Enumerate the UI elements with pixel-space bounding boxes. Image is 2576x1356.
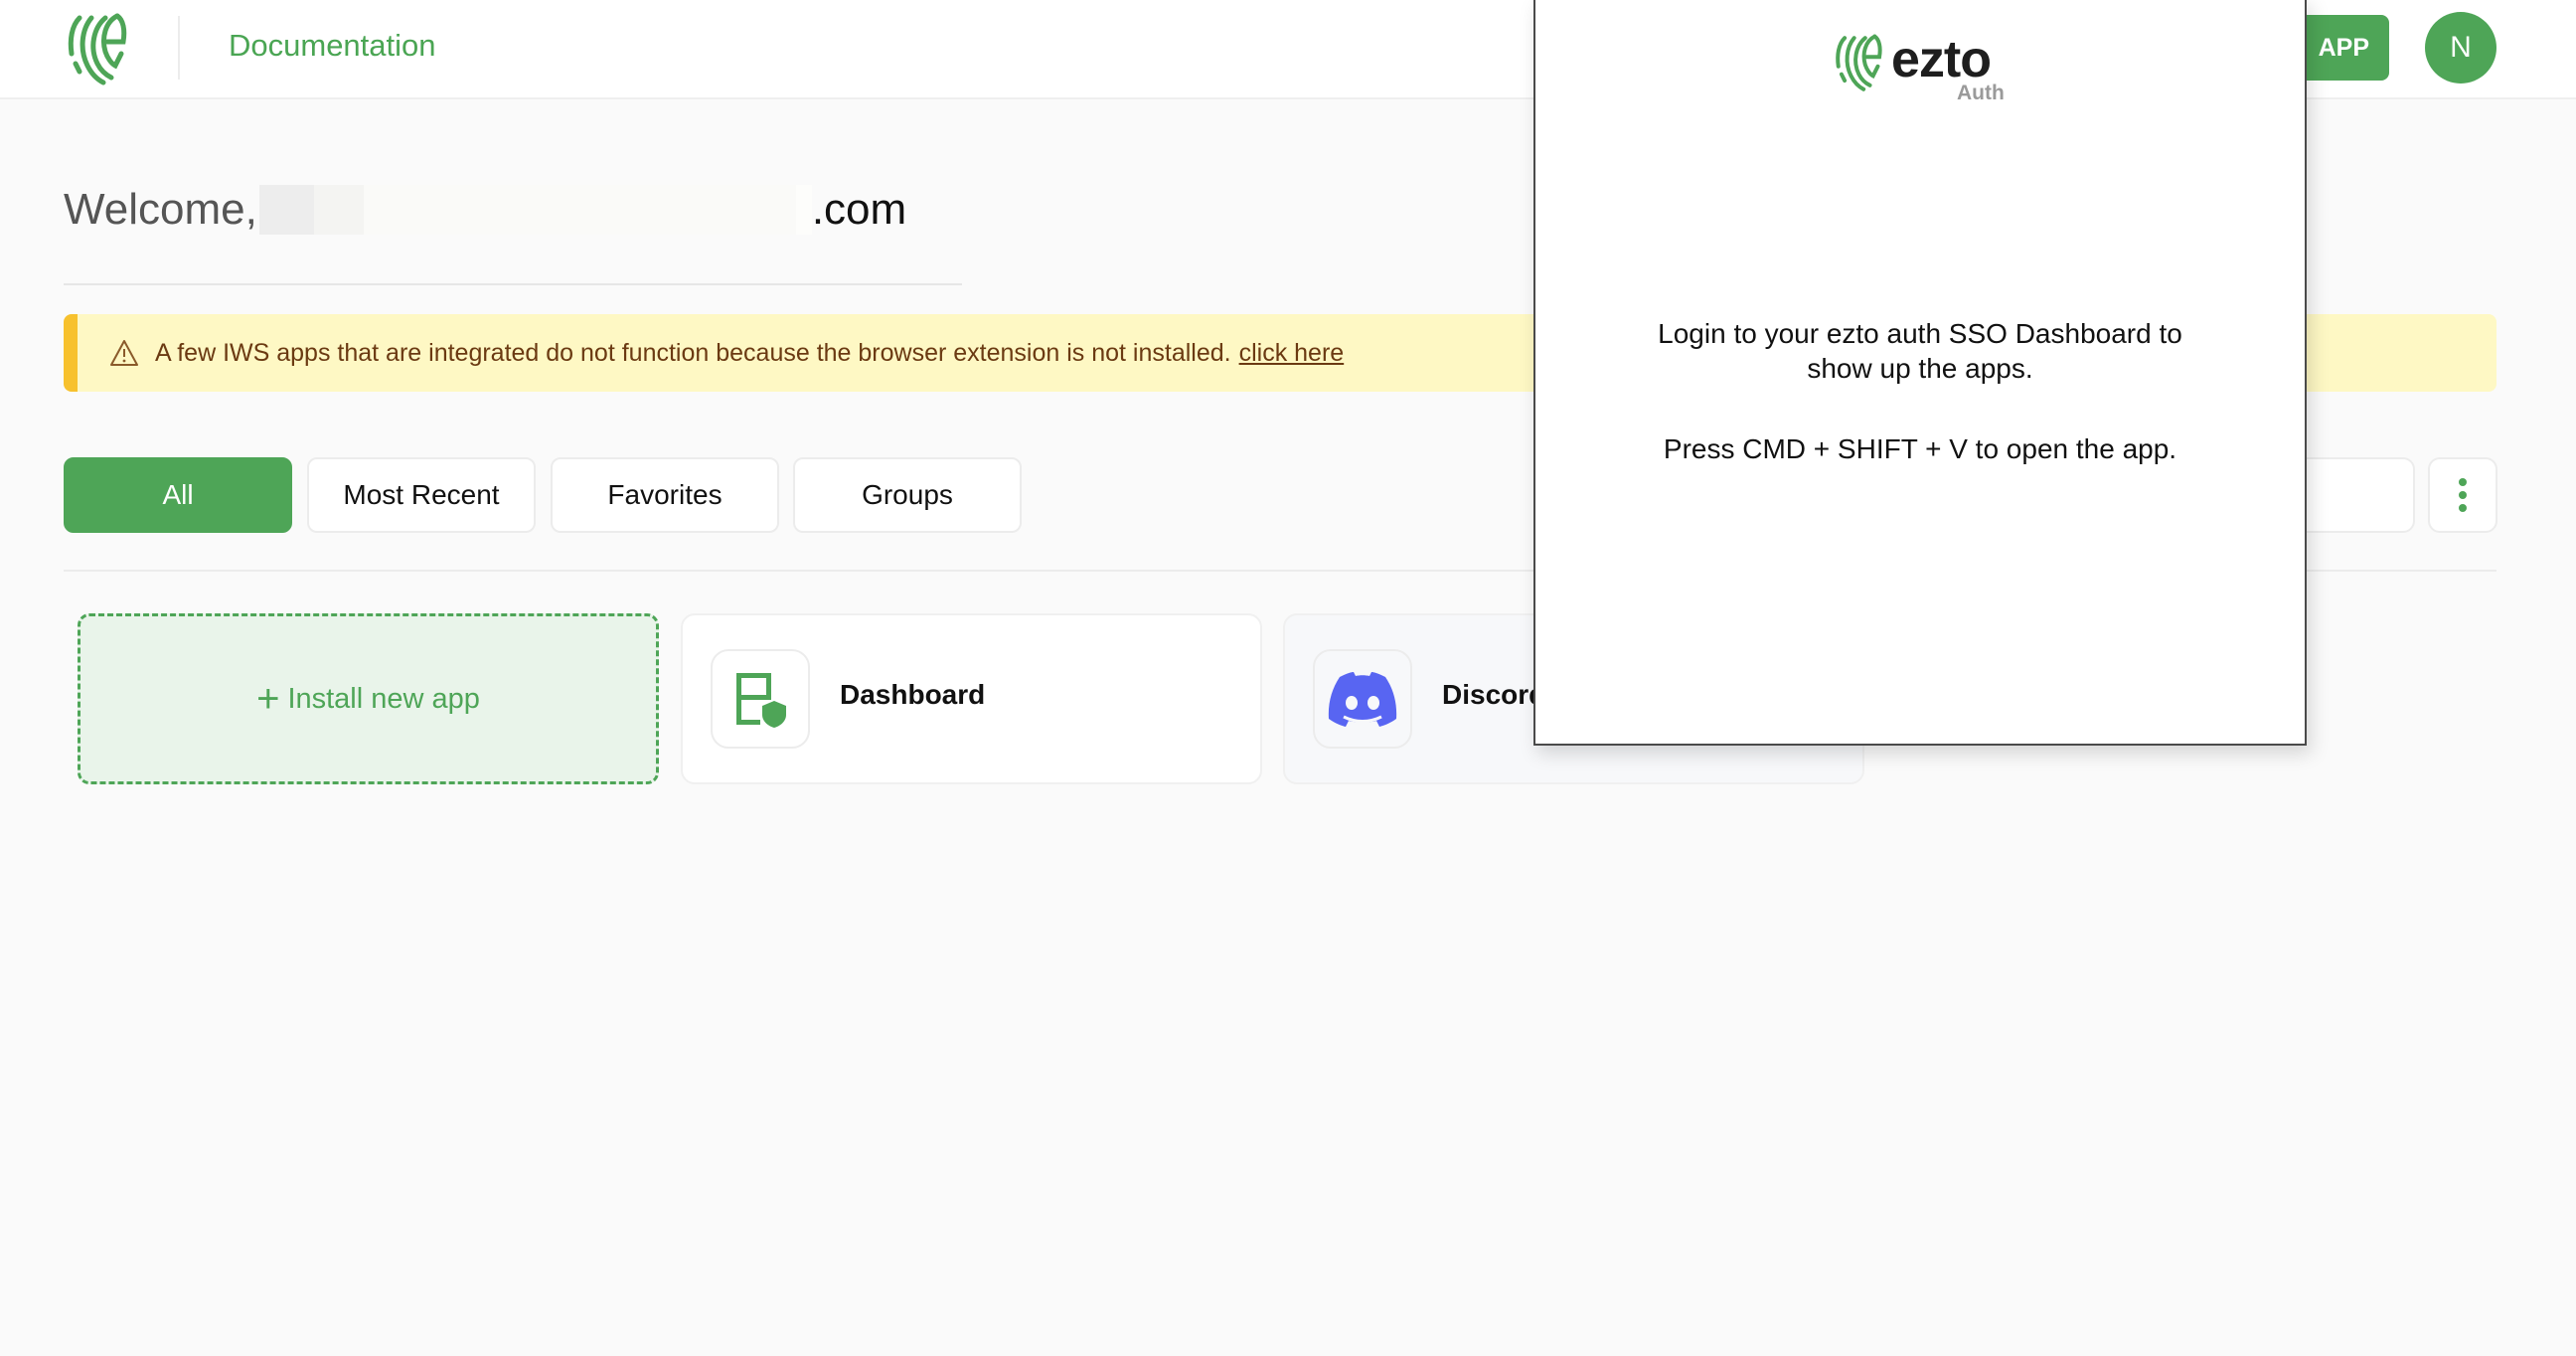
tab-most-recent[interactable]: Most Recent [307,457,536,533]
popup-logo: ezto Auth [1834,30,2005,104]
app-name: Dashboard [840,679,986,710]
app-card-dashboard[interactable]: Dashboard [681,613,1262,784]
popup-login-message: Login to your ezto auth SSO Dashboard to… [1535,316,2305,386]
app-name: Discord [1442,679,1546,710]
kebab-dot [2459,504,2467,512]
welcome-divider [64,283,962,285]
popup-shortcut-hint: Press CMD + SHIFT + V to open the app. [1663,433,2177,464]
popup-brand-name: ezto [1891,31,1992,88]
more-options-button[interactable] [2428,457,2497,533]
warning-triangle-icon [110,340,138,366]
discord-icon [1313,649,1412,749]
email-domain: .com [811,185,907,234]
user-avatar[interactable]: N [2425,12,2496,84]
popup-message-text: Login to your ezto auth SSO Dashboard to… [1658,318,2182,384]
install-new-app-label: Install new app [287,682,480,715]
tab-favorites[interactable]: Favorites [551,457,779,533]
tab-groups[interactable]: Groups [793,457,1022,533]
header-divider [178,16,180,80]
kebab-menu-icon [2459,478,2467,486]
install-extension-link[interactable]: click here [1239,339,1345,368]
tab-all[interactable]: All [64,457,292,533]
redacted-email [258,185,812,235]
plus-icon: + [256,676,280,721]
welcome-heading: Welcome, .com [64,185,906,235]
ezto-logo-icon [1836,34,1882,91]
banner-message: A few IWS apps that are integrated do no… [155,338,1231,367]
kebab-dot [2459,491,2467,499]
welcome-greeting: Welcome, [64,185,257,234]
ezto-logo-icon[interactable] [66,10,133,85]
documentation-link[interactable]: Documentation [229,28,436,64]
extension-popup: ezto Auth Login to your ezto auth SSO Da… [1533,0,2307,746]
install-new-app-card[interactable]: + Install new app [78,613,659,784]
popup-brand-sub: Auth [1957,82,2005,104]
dashboard-shield-icon [711,649,810,749]
